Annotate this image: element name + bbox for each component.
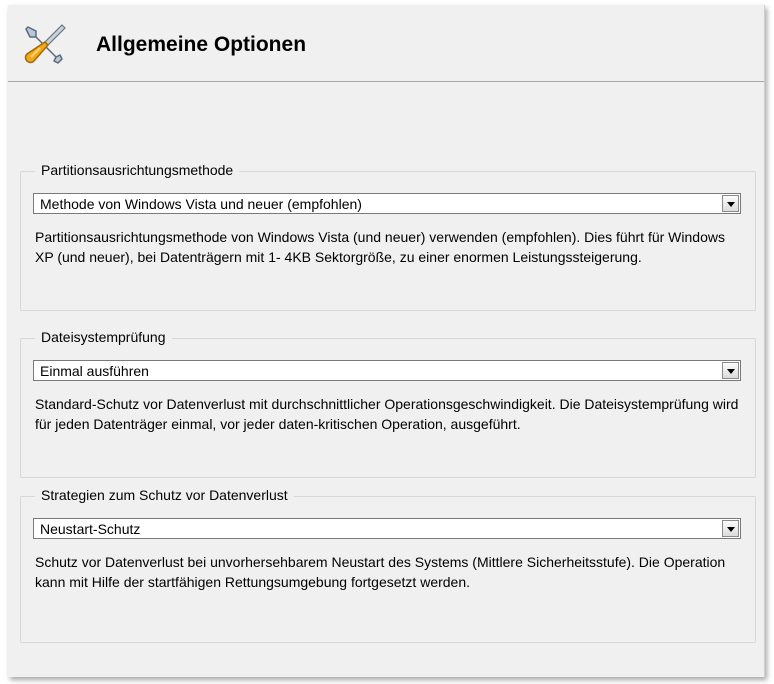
group-label: Strategien zum Schutz vor Datenverlust [35, 487, 294, 503]
group-partition-alignment: Partitionsausrichtungsmethode Methode vo… [20, 162, 756, 311]
options-panel: Allgemeine Optionen Partitionsausrichtun… [8, 5, 765, 677]
dropdown-button[interactable] [722, 195, 739, 212]
group-label: Partitionsausrichtungsmethode [35, 162, 240, 178]
partition-alignment-dropdown[interactable]: Methode von Windows Vista und neuer (emp… [33, 193, 741, 214]
dropdown-button[interactable] [722, 362, 739, 379]
page-title: Allgemeine Optionen [96, 33, 307, 56]
chevron-down-icon [727, 527, 735, 532]
chevron-down-icon [727, 369, 735, 374]
group-data-loss-protection: Strategien zum Schutz vor Datenverlust N… [20, 487, 756, 643]
dropdown-value: Methode von Windows Vista und neuer (emp… [40, 196, 362, 212]
group-description: Partitionsausrichtungsmethode von Window… [35, 229, 725, 265]
dropdown-button[interactable] [722, 520, 739, 537]
dropdown-value: Neustart-Schutz [40, 521, 141, 537]
chevron-down-icon [727, 202, 735, 207]
panel-header: Allgemeine Optionen [8, 5, 764, 82]
data-loss-protection-dropdown[interactable]: Neustart-Schutz [33, 518, 741, 539]
group-label: Dateisystemprüfung [35, 329, 172, 345]
group-description: Schutz vor Datenverlust bei unvorhersehb… [35, 554, 726, 590]
dropdown-value: Einmal ausführen [40, 363, 149, 379]
group-description: Standard-Schutz vor Datenverlust mit dur… [35, 396, 739, 432]
filesystem-check-dropdown[interactable]: Einmal ausführen [33, 360, 741, 381]
group-filesystem-check: Dateisystemprüfung Einmal ausführen Stan… [20, 329, 756, 478]
tools-icon [24, 24, 66, 64]
